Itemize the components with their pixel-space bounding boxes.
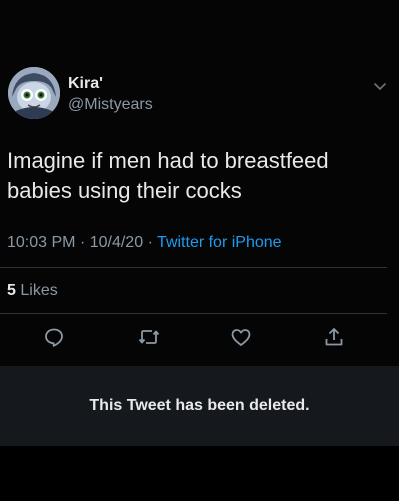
- meta-separator: ·: [147, 234, 153, 251]
- avatar[interactable]: [8, 67, 60, 119]
- likes-number: 5: [7, 282, 16, 299]
- deleted-notice-text: This Tweet has been deleted.: [89, 397, 310, 414]
- meta-separator: ·: [79, 234, 86, 251]
- chevron-down-icon[interactable]: [372, 78, 388, 94]
- deleted-tweet-notice: This Tweet has been deleted.: [0, 366, 399, 446]
- author-handle[interactable]: @Mistyears: [68, 96, 153, 114]
- tweet-card: Kira' @Mistyears Imagine if men had to b…: [0, 0, 399, 366]
- tweet-meta: 10:03 PM · 10/4/20 · Twitter for iPhone: [7, 234, 282, 252]
- heart-icon: [231, 329, 251, 346]
- share-icon: [325, 328, 343, 346]
- tweet-text: Imagine if men had to breastfeed babies …: [7, 148, 329, 203]
- retweet-icon: [138, 330, 160, 344]
- tweet-date[interactable]: 10/4/20: [90, 234, 143, 251]
- reply-button[interactable]: [42, 325, 66, 349]
- cartoon-avatar-icon: [8, 67, 60, 119]
- tweet-source[interactable]: Twitter for iPhone: [157, 234, 282, 251]
- author-name[interactable]: Kira': [68, 75, 103, 93]
- likes-label: Likes: [20, 282, 58, 299]
- divider: [0, 267, 387, 268]
- share-button[interactable]: [322, 325, 346, 349]
- likes-count[interactable]: 5 Likes: [7, 282, 58, 300]
- divider: [0, 313, 387, 314]
- comment-icon: [45, 328, 63, 347]
- like-button[interactable]: [229, 325, 253, 349]
- tweet-time[interactable]: 10:03 PM: [7, 234, 75, 251]
- retweet-button[interactable]: [137, 325, 161, 349]
